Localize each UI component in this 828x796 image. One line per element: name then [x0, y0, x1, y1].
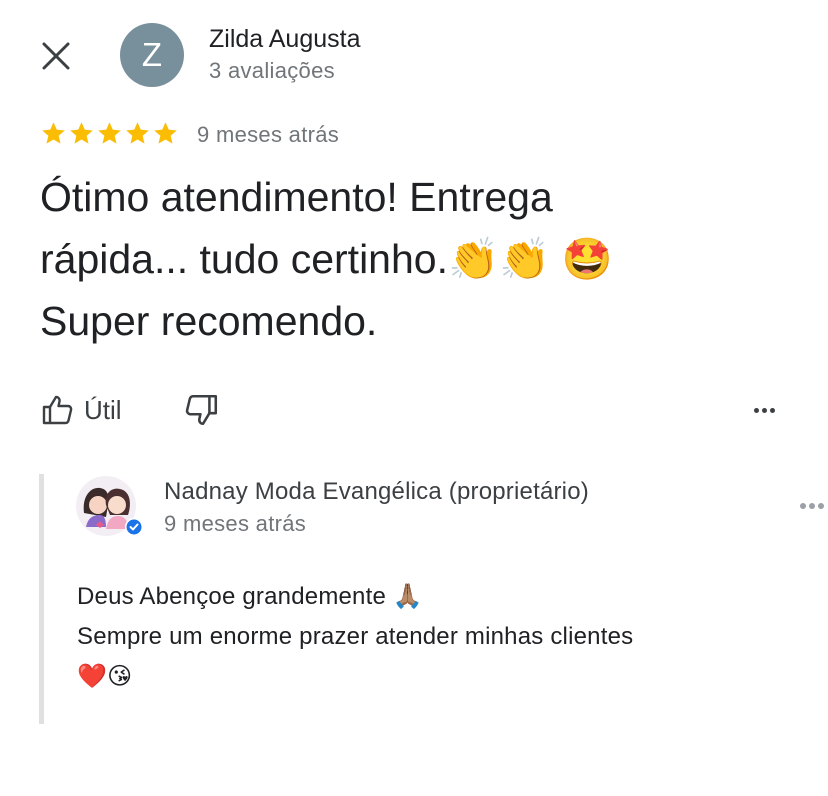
star-rating: [40, 120, 179, 147]
star-icon: [42, 122, 65, 144]
owner-avatar-image: [76, 476, 143, 536]
reply-more-button[interactable]: [800, 503, 824, 509]
owner-reply-date: 9 meses atrás: [164, 511, 307, 536]
not-useful-button[interactable]: [184, 392, 220, 428]
reviewer-review-count: 3 avaliações: [209, 58, 335, 83]
star-icon: [126, 122, 149, 144]
thumb-up-icon: [42, 395, 73, 425]
star-icon: [70, 122, 93, 144]
review-more-button[interactable]: [748, 398, 780, 422]
useful-button[interactable]: Útil: [40, 390, 122, 430]
useful-label: Útil: [84, 394, 122, 425]
star-icon: [154, 122, 177, 144]
owner-reply-text: Deus Abençoe grandemente 🙏🏽 Sempre um en…: [77, 583, 634, 690]
close-button[interactable]: [30, 30, 82, 82]
reviewer-initial: Z: [141, 36, 163, 73]
more-horizontal-icon: [800, 503, 824, 509]
review-date: 9 meses atrás: [197, 122, 340, 147]
owner-name[interactable]: Nadnay Moda Evangélica (proprietário): [164, 478, 589, 506]
reviewer-avatar[interactable]: Z: [120, 23, 184, 87]
thumb-down-icon: [185, 394, 218, 426]
more-horizontal-icon: [753, 407, 775, 413]
owner-avatar[interactable]: [76, 475, 143, 541]
reply-divider-bar: [39, 474, 44, 724]
review-text: Ótimo atendimento! Entrega rápida... tud…: [40, 174, 613, 344]
reviewer-name[interactable]: Zilda Augusta: [209, 25, 361, 54]
star-icon: [98, 122, 121, 144]
close-icon: [42, 42, 70, 70]
